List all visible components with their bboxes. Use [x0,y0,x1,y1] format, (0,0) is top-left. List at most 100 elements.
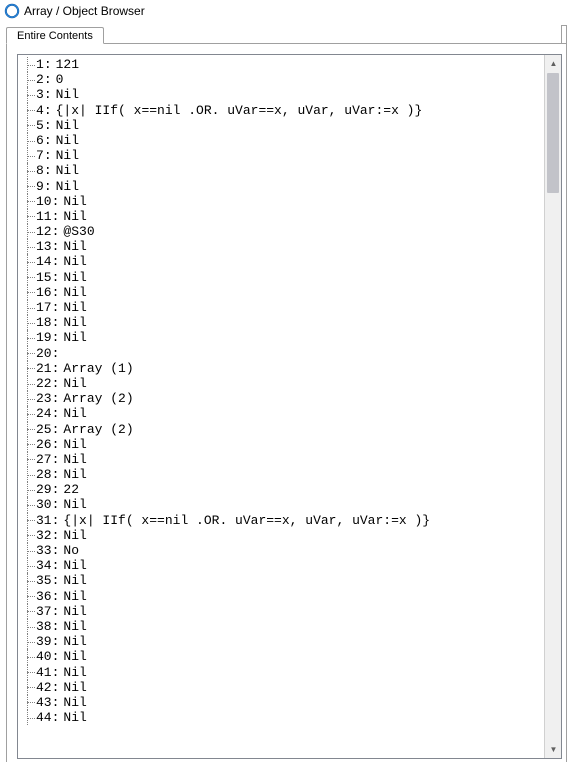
tree-row-separator: : [52,361,61,376]
tree-row[interactable]: 4:{|x| IIf( x==nil .OR. uVar==x, uVar, u… [18,103,544,118]
tree-row-separator: : [52,239,61,254]
tree-row[interactable]: 28:Nil [18,467,544,482]
tree-row[interactable]: 20: [18,346,544,361]
tree-connector-icon [18,254,36,269]
tree-row-index: 24 [36,406,52,421]
tree-row[interactable]: 12:@S30 [18,224,544,239]
tree-row[interactable]: 35:Nil [18,573,544,588]
tree-connector-icon [18,543,36,558]
tree-connector-icon [18,573,36,588]
tab-entire-contents[interactable]: Entire Contents [6,27,104,44]
scroll-thumb[interactable] [547,73,559,193]
tree-row-separator: : [52,391,61,406]
tree-row-index: 6 [36,133,44,148]
tree-row-value: Nil [60,528,86,543]
tree-row-index: 40 [36,649,52,664]
tree-row[interactable]: 17:Nil [18,300,544,315]
tree-row[interactable]: 10:Nil [18,194,544,209]
tree-row[interactable]: 11:Nil [18,209,544,224]
tree-row-index: 39 [36,634,52,649]
tree-row[interactable]: 36:Nil [18,589,544,604]
tree-row-value: Nil [60,619,86,634]
tree-row[interactable]: 21:Array (1) [18,361,544,376]
tree-row-index: 30 [36,497,52,512]
tree-row-index: 7 [36,148,44,163]
tree-row[interactable]: 41:Nil [18,665,544,680]
tree-row-separator: : [52,543,61,558]
tree-row[interactable]: 9:Nil [18,179,544,194]
tree-row[interactable]: 1:121 [18,57,544,72]
tree-row-value: Nil [60,315,86,330]
tree-row-index: 3 [36,87,44,102]
tree-connector-icon [18,209,36,224]
tree-row[interactable]: 15:Nil [18,270,544,285]
tree-row[interactable]: 40:Nil [18,649,544,664]
tab-bar: Entire Contents [6,24,567,44]
tree-row-index: 9 [36,179,44,194]
tree-row-separator: : [44,57,53,72]
tree-row[interactable]: 42:Nil [18,680,544,695]
scroll-up-button[interactable]: ▲ [545,55,562,72]
tree-row[interactable]: 32:Nil [18,528,544,543]
tree-connector-icon [18,300,36,315]
tree-row-value: {|x| IIf( x==nil .OR. uVar==x, uVar, uVa… [60,513,430,528]
tree-row-index: 33 [36,543,52,558]
tree-row[interactable]: 14:Nil [18,254,544,269]
tree-row-separator: : [52,315,61,330]
vertical-scrollbar[interactable]: ▲ ▼ [544,55,561,758]
tree-row[interactable]: 39:Nil [18,634,544,649]
tree-row[interactable]: 31:{|x| IIf( x==nil .OR. uVar==x, uVar, … [18,513,544,528]
tree-row[interactable]: 26:Nil [18,437,544,452]
tree-row[interactable]: 6:Nil [18,133,544,148]
tree-row-index: 15 [36,270,52,285]
tree-viewport: 1:1212:03:Nil4:{|x| IIf( x==nil .OR. uVa… [17,54,562,759]
tree-connector-icon [18,346,36,361]
tree-row-value: Nil [60,285,86,300]
tree-row-value: Nil [60,270,86,285]
tree-row[interactable]: 33:No [18,543,544,558]
tree-row-index: 18 [36,315,52,330]
tree-row-value: 121 [53,57,79,72]
tree-row[interactable]: 8:Nil [18,163,544,178]
tree-row-value: Nil [53,118,79,133]
tree-row-separator: : [52,467,61,482]
tree-row[interactable]: 18:Nil [18,315,544,330]
tree-connector-icon [18,330,36,345]
tree-row-value: Nil [60,254,86,269]
tree-row-separator: : [52,194,61,209]
tree-content[interactable]: 1:1212:03:Nil4:{|x| IIf( x==nil .OR. uVa… [18,55,544,758]
tree-row[interactable]: 43:Nil [18,695,544,710]
tree-connector-icon [18,133,36,148]
tree-row[interactable]: 16:Nil [18,285,544,300]
tree-row[interactable]: 5:Nil [18,118,544,133]
tree-row-separator: : [52,573,61,588]
tree-row-separator: : [52,406,61,421]
tree-row[interactable]: 25:Array (2) [18,422,544,437]
tree-row[interactable]: 22:Nil [18,376,544,391]
tree-row[interactable]: 27:Nil [18,452,544,467]
scroll-down-button[interactable]: ▼ [545,741,562,758]
tree-row-separator: : [52,224,61,239]
tree-row[interactable]: 7:Nil [18,148,544,163]
tree-row[interactable]: 44:Nil [18,710,544,725]
tree-row[interactable]: 19:Nil [18,330,544,345]
tree-row[interactable]: 34:Nil [18,558,544,573]
tree-row[interactable]: 2:0 [18,72,544,87]
tree-row[interactable]: 30:Nil [18,497,544,512]
tree-row-value: Array (1) [60,361,133,376]
tree-row[interactable]: 24:Nil [18,406,544,421]
tree-row-index: 42 [36,680,52,695]
tree-row-value: No [60,543,79,558]
tree-row-value: Array (2) [60,422,133,437]
tree-row[interactable]: 29:22 [18,482,544,497]
tree-row[interactable]: 13:Nil [18,239,544,254]
tree-row-separator: : [44,87,53,102]
tree-row-value: 0 [53,72,64,87]
tree-row[interactable]: 3:Nil [18,87,544,102]
tree-row[interactable]: 37:Nil [18,604,544,619]
tree-row-value: Nil [60,300,86,315]
tree-row[interactable]: 23:Array (2) [18,391,544,406]
tree-row[interactable]: 38:Nil [18,619,544,634]
tree-row-value: Nil [60,573,86,588]
tree-row-separator: : [44,148,53,163]
